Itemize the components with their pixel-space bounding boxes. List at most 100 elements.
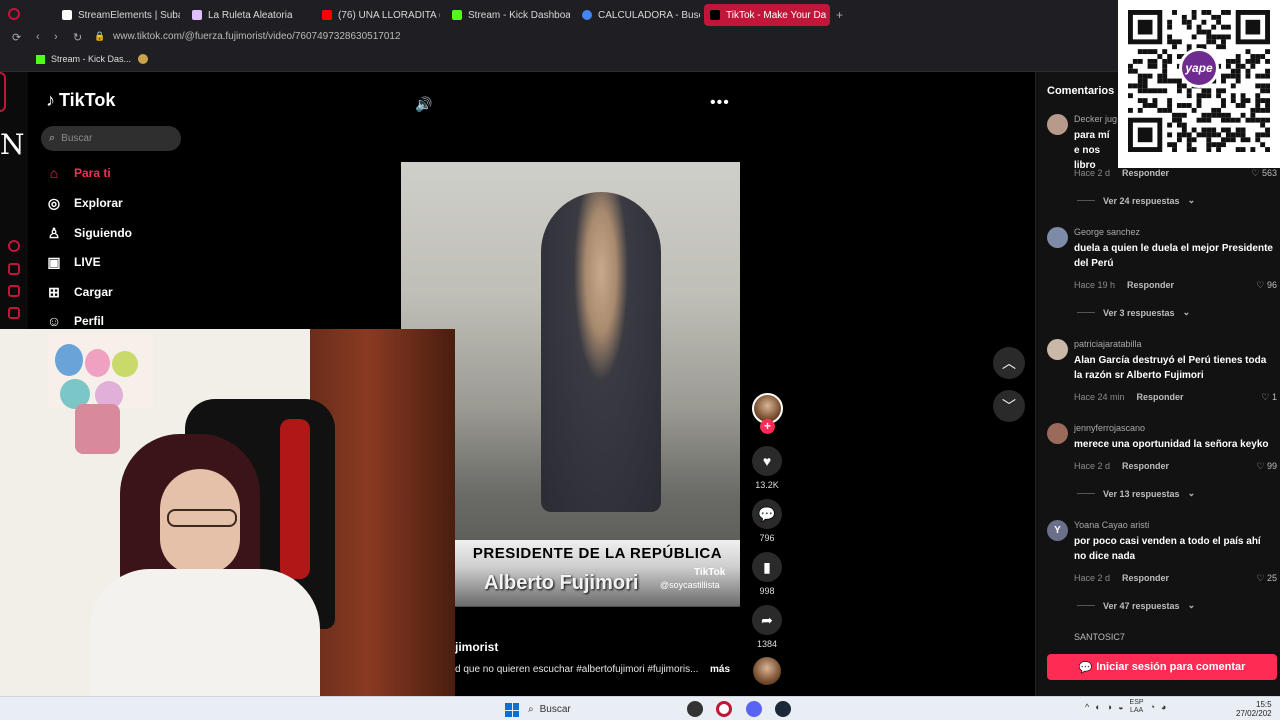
comment-user[interactable]: patriciajaratabilla <box>1074 339 1142 349</box>
description-more-link[interactable]: más <box>710 664 730 675</box>
nav-label: LIVE <box>74 255 101 269</box>
divider <box>1077 312 1095 313</box>
logo-text: TikTok <box>59 90 116 110</box>
comment-action[interactable]: 💬 796 <box>752 499 782 543</box>
comment-user[interactable]: Yoana Cayao aristi <box>1074 520 1149 530</box>
tile <box>505 710 512 717</box>
instagram-icon[interactable] <box>8 285 20 297</box>
tiktok-strip-icon[interactable] <box>8 307 20 319</box>
reply-button[interactable]: Responder <box>1137 392 1184 402</box>
comment-user[interactable]: Decker jug <box>1074 114 1117 124</box>
previous-video-button[interactable]: ︿ <box>993 347 1025 379</box>
new-tab-icon[interactable]: + <box>836 8 843 22</box>
avatar[interactable] <box>1047 423 1068 444</box>
taskbar-search[interactable]: ⌕ Buscar <box>528 700 678 718</box>
opera-logo-icon[interactable] <box>8 8 20 20</box>
taskbar-app-icon[interactable] <box>687 701 703 717</box>
likes-count: 25 <box>1266 573 1277 583</box>
tiktok-icon <box>710 10 720 20</box>
nav-live[interactable]: ▣ LIVE <box>46 254 101 270</box>
reload-icon[interactable]: ↻ <box>73 31 82 44</box>
lang-text: ESP <box>1129 699 1144 706</box>
nav-label: Cargar <box>74 285 113 299</box>
tab-calculadora[interactable]: CALCULADORA - Buscar c <box>576 4 700 26</box>
tiktok-logo[interactable]: ♪ TikTok <box>46 90 115 111</box>
comment-likes[interactable]: ♡ 25 <box>1256 573 1277 584</box>
tiktok-watermark: TikTok <box>694 567 726 578</box>
bookmark-save-icon: ▮ <box>752 552 782 582</box>
search-input[interactable]: ⌕ Buscar <box>41 126 181 151</box>
view-replies[interactable]: Ver 3 respuestas ⌄ <box>1077 307 1190 318</box>
comment-text: duela a quien le duela el mejor Presiden… <box>1074 243 1273 269</box>
nav-para-ti[interactable]: ⌂ Para ti <box>46 165 111 181</box>
comment-likes[interactable]: ♡ 99 <box>1256 461 1277 472</box>
reload-tabs-icon[interactable]: ⟳ <box>12 31 21 44</box>
login-to-comment-button[interactable]: 💬 Iniciar sesión para comentar <box>1047 654 1277 680</box>
steam-icon[interactable] <box>775 701 791 717</box>
follow-plus-icon[interactable]: + <box>760 419 775 434</box>
opera-taskbar-icon[interactable] <box>716 701 732 717</box>
divider <box>1077 605 1095 606</box>
language-indicator: ESP LAA <box>1130 699 1144 715</box>
avatar[interactable] <box>1047 339 1068 360</box>
heart-icon: ♥ <box>752 446 782 476</box>
windows-start-icon[interactable] <box>505 703 519 717</box>
tab-streamelements[interactable]: StreamElements | Subatho <box>56 4 180 26</box>
volume-icon[interactable]: 🔊 <box>415 96 432 113</box>
avatar[interactable] <box>1047 227 1068 248</box>
avatar[interactable]: Y <box>1047 520 1068 541</box>
share-action[interactable]: ➦ 1384 <box>752 605 782 649</box>
avatar[interactable] <box>1047 114 1068 135</box>
reply-button[interactable]: Responder <box>1122 168 1169 178</box>
view-replies[interactable]: Ver 13 respuestas ⌄ <box>1077 488 1195 499</box>
system-tray[interactable]: ^ ◐ ◑ ◒ ESP LAA ◔ ◕ <box>1085 699 1166 715</box>
view-replies[interactable]: Ver 24 respuestas ⌄ <box>1077 195 1195 206</box>
forward-icon[interactable]: › <box>54 31 58 43</box>
comment-likes[interactable]: ♡ 1 <box>1261 392 1277 403</box>
reply-button[interactable]: Responder <box>1127 280 1174 290</box>
nav-cargar[interactable]: ⊞ Cargar <box>46 284 113 300</box>
save-action[interactable]: ▮ 998 <box>752 552 782 596</box>
comment-user[interactable]: George sanchez <box>1074 227 1140 237</box>
streamer-shirt <box>90 569 320 696</box>
opera-strip-icon[interactable] <box>0 72 6 112</box>
like-action[interactable]: ♥ 13.2K <box>752 446 782 490</box>
comment-text: merece una oportunidad la señora keyko <box>1074 439 1269 450</box>
comment-likes[interactable]: ♡ 96 <box>1256 280 1277 291</box>
tab-youtube[interactable]: (76) UNA LLORADITA (CA <box>316 4 440 26</box>
music-disc-icon[interactable] <box>753 657 781 685</box>
home-icon: ⌂ <box>49 165 59 181</box>
bookmark-kick[interactable]: Stream - Kick Das... <box>36 54 131 64</box>
compass-icon: ◎ <box>47 194 61 211</box>
view-replies[interactable]: Ver 47 respuestas ⌄ <box>1077 600 1195 611</box>
tab-kick[interactable]: Stream - Kick Dashboard <box>446 4 570 26</box>
share-count: 1384 <box>756 639 778 649</box>
messenger-icon[interactable] <box>8 240 20 252</box>
bookmark-icon[interactable] <box>138 54 148 64</box>
n-letter: N <box>0 128 25 161</box>
yape-logo: yape <box>1179 48 1219 88</box>
back-icon[interactable]: ‹ <box>36 31 40 43</box>
url-field[interactable]: www.tiktok.com/@fuerza.fujimorist/video/… <box>113 31 401 42</box>
discord-icon[interactable] <box>746 701 762 717</box>
reply-button[interactable]: Responder <box>1122 573 1169 583</box>
nav-perfil[interactable]: ☺ Perfil <box>46 313 104 329</box>
reply-button[interactable]: Responder <box>1122 461 1169 471</box>
nav-siguiendo[interactable]: ♙ Siguiendo <box>46 225 132 241</box>
glasses <box>167 509 237 527</box>
nav-explorar[interactable]: ◎ Explorar <box>46 195 123 211</box>
shop-icon[interactable] <box>8 263 20 275</box>
taskbar-clock[interactable]: 15:5 27/02/202 <box>1236 700 1272 718</box>
video-description: d que no quieren escuchar #albertofujimo… <box>455 664 699 675</box>
replies-label: Ver 13 respuestas <box>1103 488 1180 499</box>
tab-tiktok[interactable]: TikTok - Make Your Da <box>704 4 830 26</box>
comment-icon: 💬 <box>1078 661 1093 674</box>
video-author[interactable]: jimorist <box>455 640 498 654</box>
divider <box>1077 200 1095 201</box>
lang-text-2: LAA <box>1129 707 1144 714</box>
tab-ruleta[interactable]: La Ruleta Aleatoria <box>186 4 310 26</box>
more-options-icon[interactable]: ••• <box>710 94 730 112</box>
comment-user[interactable]: jennyferrojascano <box>1074 423 1145 433</box>
next-video-button[interactable]: ﹀ <box>993 390 1025 422</box>
comment-likes[interactable]: ♡ 563 <box>1251 168 1277 179</box>
